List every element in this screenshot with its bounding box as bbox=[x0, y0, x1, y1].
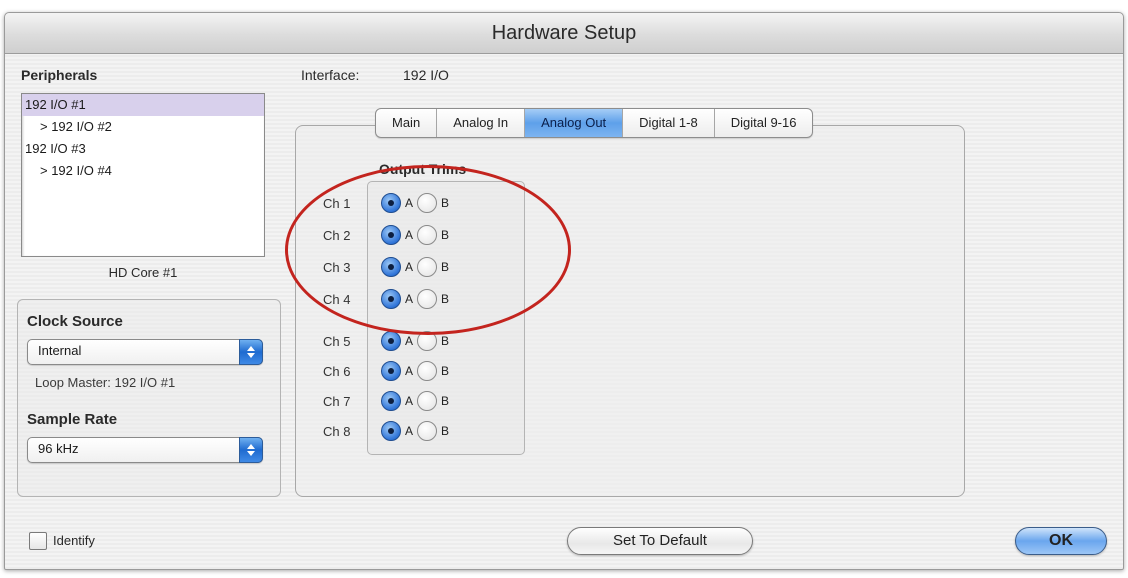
trim-row-ch7: Ch 7 A B bbox=[323, 389, 453, 413]
radio-a-label: A bbox=[405, 228, 414, 242]
output-trims-title: Output Trims bbox=[379, 161, 467, 177]
ok-button[interactable]: OK bbox=[1015, 527, 1107, 555]
peripheral-item[interactable]: 192 I/O #3 bbox=[22, 138, 264, 160]
sample-rate-select[interactable]: 96 kHz bbox=[27, 437, 263, 463]
peripheral-item[interactable]: > 192 I/O #4 bbox=[22, 160, 264, 182]
radio-a-label: A bbox=[405, 394, 414, 408]
hardware-setup-window: Hardware Setup Peripherals 192 I/O #1 > … bbox=[4, 12, 1124, 570]
peripherals-list[interactable]: 192 I/O #1 > 192 I/O #2 192 I/O #3 > 192… bbox=[21, 93, 265, 257]
radio-a-label: A bbox=[405, 364, 414, 378]
identify-checkbox[interactable] bbox=[29, 532, 47, 550]
radio-b-label: B bbox=[441, 394, 450, 408]
radio-a[interactable] bbox=[381, 257, 401, 277]
radio-b-label: B bbox=[441, 424, 450, 438]
radio-a[interactable] bbox=[381, 289, 401, 309]
radio-a-label: A bbox=[405, 196, 414, 210]
trim-row-ch5: Ch 5 A B bbox=[323, 329, 453, 353]
popup-arrows-icon bbox=[239, 339, 263, 365]
radio-b-label: B bbox=[441, 196, 450, 210]
trim-row-ch4: Ch 4 A B bbox=[323, 287, 453, 311]
interface-label: Interface: bbox=[301, 67, 360, 83]
trim-row-ch6: Ch 6 A B bbox=[323, 359, 453, 383]
window-title: Hardware Setup bbox=[491, 22, 637, 44]
popup-arrows-icon bbox=[239, 437, 263, 463]
radio-b[interactable] bbox=[417, 391, 438, 411]
tab-main[interactable]: Main bbox=[376, 109, 438, 137]
tab-analog-in[interactable]: Analog In bbox=[437, 109, 526, 137]
tab-digital-9-16[interactable]: Digital 9-16 bbox=[715, 109, 813, 137]
radio-a-label: A bbox=[405, 424, 414, 438]
clock-source-label: Clock Source bbox=[27, 313, 123, 330]
channel-label: Ch 1 bbox=[323, 195, 351, 211]
peripherals-label: Peripherals bbox=[21, 67, 98, 83]
radio-b[interactable] bbox=[417, 361, 438, 381]
clock-source-value: Internal bbox=[38, 343, 82, 358]
loop-master-label: Loop Master: 192 I/O #1 bbox=[35, 375, 176, 390]
channel-label: Ch 8 bbox=[323, 423, 351, 439]
trim-row-ch2: Ch 2 A B bbox=[323, 223, 453, 247]
radio-b[interactable] bbox=[417, 421, 438, 441]
identify-label[interactable]: Identify bbox=[53, 533, 95, 548]
radio-b-label: B bbox=[441, 334, 450, 348]
sample-rate-label: Sample Rate bbox=[27, 411, 118, 428]
title-bar[interactable]: Hardware Setup bbox=[5, 13, 1123, 54]
radio-a-label: A bbox=[405, 334, 414, 348]
radio-b[interactable] bbox=[417, 257, 438, 277]
tab-digital-1-8[interactable]: Digital 1-8 bbox=[623, 109, 715, 137]
radio-b-label: B bbox=[441, 364, 450, 378]
channel-label: Ch 6 bbox=[323, 363, 351, 379]
radio-b[interactable] bbox=[417, 289, 438, 309]
radio-b-label: B bbox=[441, 228, 450, 242]
set-to-default-button[interactable]: Set To Default bbox=[567, 527, 753, 555]
clock-source-select[interactable]: Internal bbox=[27, 339, 263, 365]
radio-b[interactable] bbox=[417, 193, 438, 213]
radio-a[interactable] bbox=[381, 193, 401, 213]
trim-row-ch3: Ch 3 A B bbox=[323, 255, 453, 279]
radio-a[interactable] bbox=[381, 391, 401, 411]
radio-b-label: B bbox=[441, 260, 450, 274]
radio-a[interactable] bbox=[381, 331, 401, 351]
channel-label: Ch 4 bbox=[323, 291, 351, 307]
radio-b[interactable] bbox=[417, 225, 438, 245]
interface-value: 192 I/O bbox=[403, 67, 449, 83]
trim-row-ch8: Ch 8 A B bbox=[323, 419, 453, 443]
radio-a[interactable] bbox=[381, 361, 401, 381]
radio-a[interactable] bbox=[381, 225, 401, 245]
radio-b[interactable] bbox=[417, 331, 438, 351]
core-label: HD Core #1 bbox=[108, 265, 178, 280]
peripheral-item[interactable]: 192 I/O #1 bbox=[22, 94, 264, 116]
sample-rate-value: 96 kHz bbox=[38, 441, 79, 456]
peripheral-item[interactable]: > 192 I/O #2 bbox=[22, 116, 264, 138]
radio-a-label: A bbox=[405, 260, 414, 274]
channel-label: Ch 5 bbox=[323, 333, 351, 349]
channel-label: Ch 2 bbox=[323, 227, 351, 243]
channel-label: Ch 7 bbox=[323, 393, 351, 409]
trim-row-ch1: Ch 1 A B bbox=[323, 191, 453, 215]
radio-a-label: A bbox=[405, 292, 414, 306]
radio-b-label: B bbox=[441, 292, 450, 306]
tab-analog-out[interactable]: Analog Out bbox=[525, 109, 624, 137]
tab-bar: Main Analog In Analog Out Digital 1-8 Di… bbox=[375, 108, 814, 138]
channel-label: Ch 3 bbox=[323, 259, 351, 275]
radio-a[interactable] bbox=[381, 421, 401, 441]
